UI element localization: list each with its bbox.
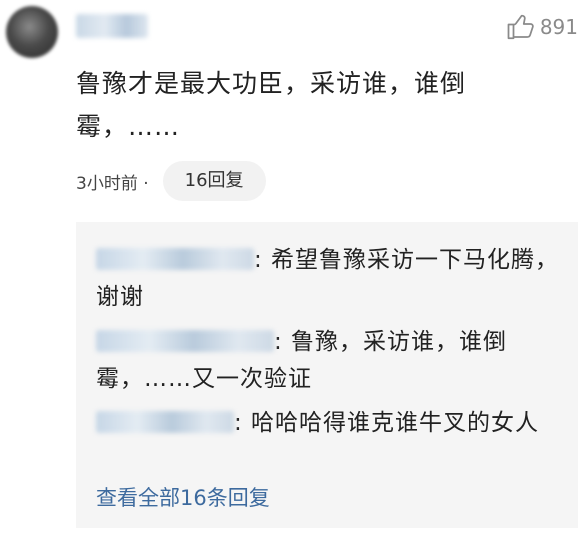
reply-item[interactable]: : 希望鲁豫采访一下马化腾，谢谢 [96,242,566,316]
reply-count-button[interactable]: 16回复 [162,161,266,201]
comment-meta: 3小时前 · 16回复 [76,161,266,201]
reply-item[interactable]: : 哈哈哈得谁克谁牛叉的女人 [96,405,566,442]
reply-text: : 哈哈哈得谁克谁牛叉的女人 [234,410,540,436]
comment-time: 3小时前 · [76,173,149,194]
view-all-replies-link[interactable]: 查看全部16条回复 [96,482,270,512]
avatar[interactable] [6,6,58,58]
reply-username-blurred[interactable] [96,330,274,352]
like-button[interactable]: 891 [506,12,578,42]
comment-text: 鲁豫才是最大功臣，采访谁，谁倒霉，…… [76,69,467,141]
reply-item[interactable]: : 鲁豫，采访谁，谁倒霉，……又一次验证 [96,324,566,398]
like-count: 891 [539,15,578,39]
reply-username-blurred[interactable] [96,411,234,433]
thumbs-up-icon [507,14,534,40]
username-blurred[interactable] [76,14,148,38]
replies-panel: : 希望鲁豫采访一下马化腾，谢谢 : 鲁豫，采访谁，谁倒霉，……又一次验证 : … [76,222,578,528]
reply-username-blurred[interactable] [96,248,254,270]
